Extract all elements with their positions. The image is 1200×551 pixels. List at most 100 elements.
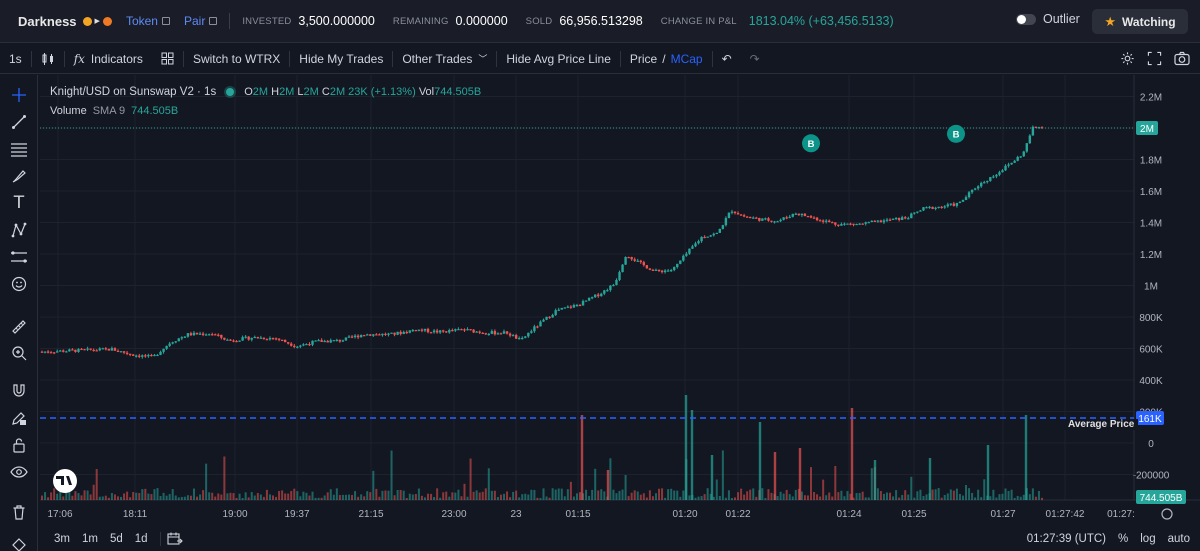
bottom-range-bar: 3m 1m 5d 1d 01:27:39 (UTC) % log auto	[40, 527, 1200, 551]
volume-bar	[983, 479, 986, 500]
volume-bar	[287, 493, 290, 500]
volume-bar	[320, 497, 323, 500]
candle-body	[68, 349, 71, 352]
average-price-tag: 161K	[1138, 414, 1162, 425]
volume-bar	[381, 490, 384, 500]
percent-toggle[interactable]: %	[1118, 533, 1128, 545]
range-1d[interactable]: 1d	[129, 533, 154, 545]
volume-bar	[50, 492, 53, 500]
candle-body	[159, 351, 162, 355]
utc-clock[interactable]: 01:27:39 (UTC)	[1027, 533, 1106, 545]
volume-bar	[630, 492, 633, 500]
volume-bar	[110, 493, 113, 500]
candle-body	[867, 222, 870, 224]
range-3m[interactable]: 3m	[48, 533, 76, 545]
candle-body	[624, 257, 627, 265]
volume-bar	[433, 497, 436, 500]
volume-bar	[168, 494, 171, 500]
volume-bar	[746, 491, 749, 500]
candle-body	[451, 329, 454, 332]
candle-body	[779, 219, 782, 222]
candle-body	[615, 279, 618, 285]
candle-body	[797, 213, 801, 216]
candle-body	[776, 221, 779, 223]
candle-body	[524, 336, 527, 338]
chart-legend: Knight/USD on Sunswap V2 · 1s O2M H2M L2…	[50, 82, 481, 120]
candle-body	[724, 218, 728, 226]
candle-body	[195, 332, 199, 335]
candle-body	[934, 207, 937, 209]
volume-bar	[530, 489, 533, 500]
volume-bar	[700, 496, 703, 500]
candle-body	[527, 332, 530, 337]
y-axis-tick-label: 800K	[1139, 313, 1163, 324]
volume-bar	[636, 491, 639, 500]
volume-bar	[791, 496, 794, 500]
candle-body	[74, 349, 77, 352]
volume-bar	[710, 455, 714, 500]
close-label: C	[321, 85, 330, 98]
volume-bar	[690, 410, 694, 500]
candle-body	[113, 348, 117, 351]
volume-bar	[813, 492, 816, 500]
candle-body	[332, 340, 335, 342]
range-1m[interactable]: 1m	[76, 533, 104, 545]
candle-body	[490, 331, 494, 334]
x-axis-tick-label: 01:24	[836, 509, 861, 520]
volume-bar	[369, 492, 372, 500]
candle-body	[52, 352, 56, 354]
candle-body	[928, 206, 931, 209]
range-5d[interactable]: 5d	[104, 533, 129, 545]
calendar-range-icon[interactable]	[167, 532, 183, 546]
candle-body	[144, 355, 147, 357]
volume-bar	[798, 448, 802, 500]
candle-body	[119, 351, 123, 353]
volume-bar	[934, 489, 937, 500]
candle-body	[271, 338, 275, 340]
volume-bar	[396, 490, 399, 500]
volume-bar	[259, 494, 262, 500]
candle-body	[305, 343, 308, 346]
candle-body	[633, 259, 636, 261]
volume-bar	[1004, 488, 1007, 500]
candle-body	[241, 337, 244, 341]
volume-bar	[408, 493, 411, 500]
volume-bar	[512, 491, 515, 500]
candle-body	[861, 223, 864, 225]
volume-bar	[208, 492, 211, 500]
volume-bar	[980, 497, 983, 500]
candle-body	[356, 335, 360, 338]
vol-value: 744.505B	[434, 85, 482, 98]
volume-bar	[351, 495, 354, 500]
volume-bar	[694, 497, 697, 500]
candle-body	[302, 344, 305, 346]
auto-toggle[interactable]: auto	[1168, 533, 1190, 545]
x-axis-tick-label: 21:15	[358, 509, 383, 520]
volume-bar	[192, 488, 195, 500]
candle-body	[496, 333, 500, 335]
log-toggle[interactable]: log	[1140, 533, 1155, 545]
volume-bar	[113, 494, 116, 500]
candle-body	[177, 338, 180, 342]
volume-bar	[481, 491, 484, 500]
candle-body	[563, 307, 566, 309]
candle-body	[323, 340, 326, 343]
candle-body	[98, 348, 101, 351]
volume-bar	[305, 492, 308, 500]
candle-body	[967, 192, 971, 198]
candle-body	[900, 217, 904, 220]
volume-bar	[1001, 493, 1004, 500]
ohlc-values: O2M H2M L2M C2M 23K (+1.13%) Vol744.505B	[244, 86, 481, 98]
candle-body	[961, 199, 965, 202]
candle-body	[211, 334, 214, 336]
volume-bar	[247, 497, 250, 500]
candle-body	[742, 215, 746, 217]
volume-bar	[1028, 494, 1031, 500]
candle-body	[621, 264, 624, 273]
candle-body	[502, 331, 506, 334]
volume-bar	[430, 493, 433, 500]
volume-bar	[199, 494, 202, 500]
candle-body	[587, 297, 591, 301]
volume-bar	[74, 491, 77, 500]
volume-bar	[816, 494, 819, 500]
